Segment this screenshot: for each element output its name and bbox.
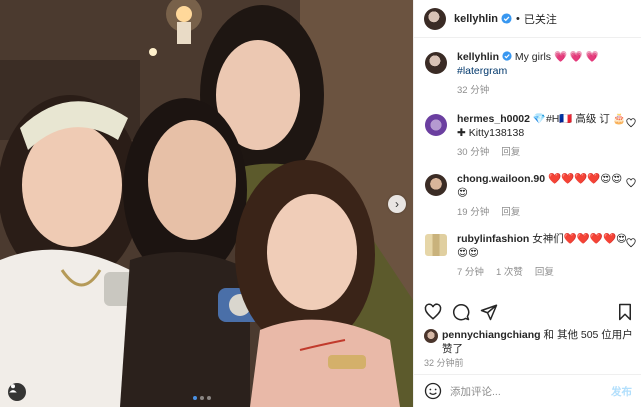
comment-username[interactable]: rubylinfashion — [457, 233, 529, 245]
comment-time[interactable]: 19 分钟 — [457, 206, 489, 220]
add-comment-input[interactable]: 添加评论... — [450, 384, 611, 399]
comment-meta: 19 分钟 回复 — [457, 206, 629, 220]
caption-row: kellyhlin My girls 💗 💗 💗 #latergram 32 分… — [414, 50, 641, 98]
comment-username[interactable]: chong.wailoon.90 — [457, 173, 545, 185]
author-username[interactable]: kellyhlin — [454, 13, 498, 25]
comment-text-block: chong.wailoon.90 ❤️❤️❤️❤️😍😍😍 19 分钟 回复 — [457, 172, 629, 220]
author-avatar[interactable] — [424, 7, 446, 30]
like-comment-heart-icon[interactable] — [626, 118, 636, 128]
post-timestamp[interactable]: 32 分钟前 — [424, 356, 464, 369]
comments-list: kellyhlin My girls 💗 💗 💗 #latergram 32 分… — [414, 50, 641, 280]
comment-username[interactable]: hermes_h0002 — [457, 113, 530, 125]
liker-avatar[interactable] — [424, 329, 438, 343]
like-heart-icon[interactable] — [424, 303, 442, 321]
caption-avatar[interactable] — [425, 52, 447, 74]
post-photo[interactable]: › — [0, 0, 413, 407]
verified-badge-icon — [502, 51, 515, 63]
post-header: kellyhlin • 已关注 — [414, 0, 641, 38]
comment-time[interactable]: 7 分钟 — [457, 266, 484, 280]
user-tag-icon[interactable] — [8, 383, 26, 401]
caption-username[interactable]: kellyhlin — [457, 51, 499, 63]
add-comment-bar: 添加评论... 发布 — [414, 374, 641, 407]
reply-button[interactable]: 回复 — [535, 266, 554, 280]
follow-status-button[interactable]: 已关注 — [524, 11, 557, 27]
like-comment-heart-icon[interactable] — [626, 238, 636, 248]
comment-text-block: rubylinfashion 女神们❤️❤️❤️❤️😍😍😍 7 分钟 1 次赞 … — [457, 232, 629, 280]
comment-row: chong.wailoon.90 ❤️❤️❤️❤️😍😍😍 19 分钟 回复 — [414, 172, 641, 220]
carousel-dot — [207, 396, 211, 400]
comment-text-block: hermes_h0002 💎#H🇫🇷 高级 订 🎂 ✚ Kitty138138 … — [457, 112, 629, 160]
carousel-next-button[interactable]: › — [388, 195, 406, 213]
save-bookmark-icon[interactable] — [617, 303, 633, 321]
comment-row: hermes_h0002 💎#H🇫🇷 高级 订 🎂 ✚ Kitty138138 … — [414, 112, 641, 160]
emoji-smiley-icon[interactable] — [424, 382, 442, 400]
likes-summary: pennychiangchiang 和 其他 505 位用户 赞了 — [424, 328, 636, 356]
commenter-avatar[interactable] — [425, 174, 447, 196]
comment-bubble-icon[interactable] — [452, 303, 470, 321]
caption-meta: 32 分钟 — [457, 84, 629, 98]
caption-text-block: kellyhlin My girls 💗 💗 💗 #latergram 32 分… — [457, 50, 629, 98]
caption-hashtag[interactable]: #latergram — [457, 64, 629, 78]
comment-row: rubylinfashion 女神们❤️❤️❤️❤️😍😍😍 7 分钟 1 次赞 … — [414, 232, 641, 280]
post-actions — [424, 303, 498, 321]
reply-button[interactable]: 回复 — [501, 146, 520, 160]
likes-text: pennychiangchiang 和 其他 505 位用户 赞了 — [442, 328, 636, 356]
post-side-panel: kellyhlin • 已关注 kellyhlin My girls 💗 💗 💗… — [413, 0, 641, 407]
caption-time[interactable]: 32 分钟 — [457, 84, 489, 98]
comment-like-count[interactable]: 1 次赞 — [496, 266, 523, 280]
like-comment-heart-icon[interactable] — [626, 178, 636, 188]
commenter-avatar[interactable] — [425, 234, 447, 256]
reply-button[interactable]: 回复 — [501, 206, 520, 220]
verified-badge-icon — [501, 13, 512, 24]
comment-meta: 7 分钟 1 次赞 回复 — [457, 266, 629, 280]
carousel-dot — [200, 396, 204, 400]
post-comment-button[interactable]: 发布 — [611, 384, 632, 399]
carousel-dot — [193, 396, 197, 400]
liker-username[interactable]: pennychiangchiang — [442, 329, 541, 341]
commenter-avatar[interactable] — [425, 114, 447, 136]
caption-text: My girls 💗 💗 💗 — [514, 51, 599, 63]
group-photo-illustration — [0, 0, 413, 407]
carousel-dots — [193, 396, 211, 400]
comment-time[interactable]: 30 分钟 — [457, 146, 489, 160]
separator-dot: • — [516, 12, 520, 25]
share-paper-plane-icon[interactable] — [480, 303, 498, 321]
comment-meta: 30 分钟 回复 — [457, 146, 629, 160]
